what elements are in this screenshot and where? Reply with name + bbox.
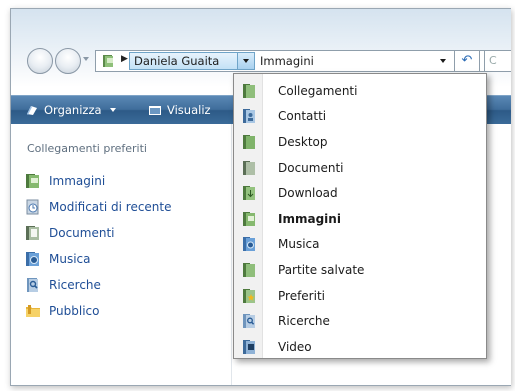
nav-item-pubblico[interactable]: Pubblico <box>25 298 172 324</box>
chevron-down-icon <box>109 108 116 112</box>
breadcrumb-user-label: Daniela Guaita <box>134 54 220 68</box>
address-bar[interactable]: ▶ Daniela Guaita Immagini <box>95 50 493 72</box>
searches-icon <box>27 278 38 292</box>
favorites-icon <box>243 288 255 303</box>
views-button[interactable]: Visualiz <box>148 96 211 124</box>
address-history-dropdown-icon[interactable] <box>440 59 446 63</box>
forward-button[interactable] <box>55 48 81 74</box>
breadcrumb-dropdown-menu: Collegamenti Contatti Desktop Documenti <box>233 73 487 359</box>
recent-icon <box>26 199 39 215</box>
breadcrumb-separator-icon[interactable]: ▶ <box>121 54 128 64</box>
back-button[interactable] <box>27 48 53 74</box>
menu-item-partite-salvate[interactable]: Partite salvate <box>234 257 486 283</box>
searches-icon <box>243 314 255 329</box>
music-icon <box>243 237 255 252</box>
folder-icon <box>103 55 113 67</box>
chevron-down-icon <box>243 59 249 63</box>
menu-item-video[interactable]: Video <box>234 334 486 360</box>
nav-item-modificati-di-recente[interactable]: Modificati di recente <box>25 194 172 220</box>
search-input[interactable]: C <box>484 50 511 72</box>
breadcrumb-user[interactable]: Daniela Guaita <box>129 52 255 70</box>
documents-icon <box>26 226 39 240</box>
menu-item-documenti[interactable]: Documenti <box>234 155 486 181</box>
nav-item-documenti[interactable]: Documenti <box>25 220 172 246</box>
pictures-icon <box>26 174 39 188</box>
refresh-icon: ↶ <box>461 53 473 68</box>
navigation-pane: Collegamenti preferiti Immagini Modifica… <box>11 124 232 385</box>
refresh-button[interactable]: ↶ <box>454 50 480 72</box>
pictures-icon <box>243 211 255 226</box>
documents-icon <box>243 160 255 175</box>
menu-item-contatti[interactable]: Contatti <box>234 104 486 130</box>
contacts-icon <box>243 109 255 124</box>
links-icon <box>243 83 255 98</box>
videos-icon <box>243 339 255 354</box>
menu-item-preferiti[interactable]: Preferiti <box>234 283 486 309</box>
menu-item-collegamenti[interactable]: Collegamenti <box>234 78 486 104</box>
favorite-links-heading: Collegamenti preferiti <box>27 142 147 155</box>
nav-item-ricerche[interactable]: Ricerche <box>25 272 172 298</box>
recent-pages-chevron-icon[interactable] <box>83 57 89 61</box>
menu-list: Collegamenti Contatti Desktop Documenti <box>234 78 486 360</box>
menu-item-immagini-selected[interactable]: Immagini <box>234 206 486 232</box>
nav-item-musica[interactable]: Musica <box>25 246 172 272</box>
menu-item-desktop[interactable]: Desktop <box>234 129 486 155</box>
saved-games-icon <box>243 262 255 277</box>
music-icon <box>26 252 39 266</box>
menu-item-ricerche[interactable]: Ricerche <box>234 308 486 334</box>
views-label: Visualiz <box>167 103 211 117</box>
menu-item-download[interactable]: Download <box>234 180 486 206</box>
views-icon <box>149 106 161 115</box>
organize-button[interactable]: Organizza <box>25 96 116 124</box>
public-folder-icon <box>26 305 40 317</box>
menu-item-musica[interactable]: Musica <box>234 232 486 258</box>
organize-label: Organizza <box>44 103 102 117</box>
favorite-links-list: Immagini Modificati di recente Documenti <box>25 168 172 324</box>
downloads-icon <box>243 186 255 201</box>
organize-icon <box>27 106 37 115</box>
desktop-icon <box>243 134 255 149</box>
breadcrumb-dropdown-button[interactable] <box>237 53 254 69</box>
breadcrumb-current[interactable]: Immagini <box>260 53 314 69</box>
nav-item-immagini[interactable]: Immagini <box>25 168 172 194</box>
